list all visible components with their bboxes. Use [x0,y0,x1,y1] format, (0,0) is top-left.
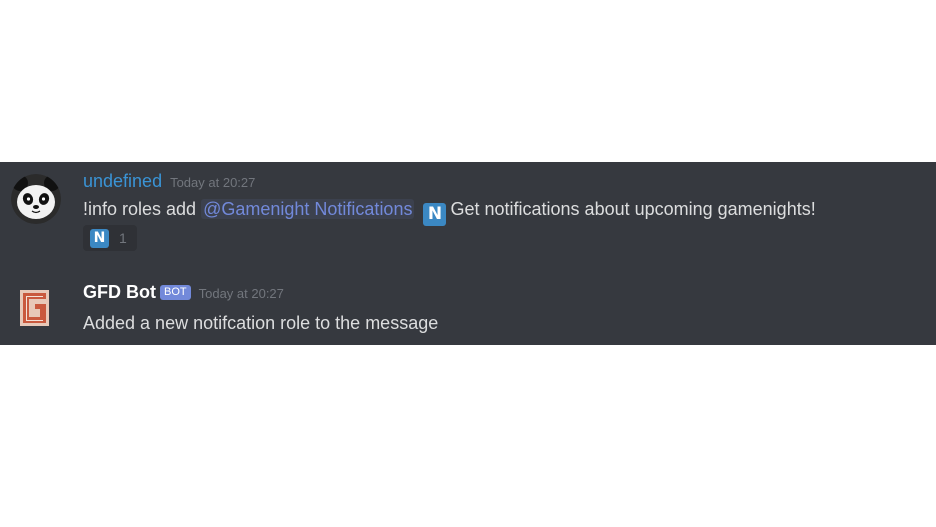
panda-avatar-icon[interactable] [11,174,61,224]
reaction-button[interactable]: N 1 [83,225,137,251]
message-content: !info roles add @Gamenight Notifications… [83,197,816,226]
gfd-logo-icon[interactable] [14,287,56,329]
role-mention[interactable]: @Gamenight Notifications [201,199,415,219]
timestamp: Today at 20:27 [198,286,284,301]
bot-tag: BOT [159,285,191,300]
reaction-emoji-icon: N [90,229,109,248]
timestamp: Today at 20:27 [170,175,256,190]
reaction-count: 1 [119,230,127,246]
message-text: Get notifications about upcoming gamenig… [450,199,816,219]
username[interactable]: undefined [83,171,162,191]
regional-n-emoji-icon: N [423,203,447,226]
username[interactable]: GFD Bot [83,282,156,302]
message-content: Added a new notifcation role to the mess… [83,311,438,335]
message-text: Added a new notifcation role to the mess… [83,313,439,333]
message-header: GFD Bot BOT Today at 20:27 [83,281,284,305]
message-header: undefined Today at 20:27 [83,170,255,194]
chat-messages: undefined Today at 20:27 !info roles add … [0,162,936,345]
command-text: !info roles add [83,199,197,219]
